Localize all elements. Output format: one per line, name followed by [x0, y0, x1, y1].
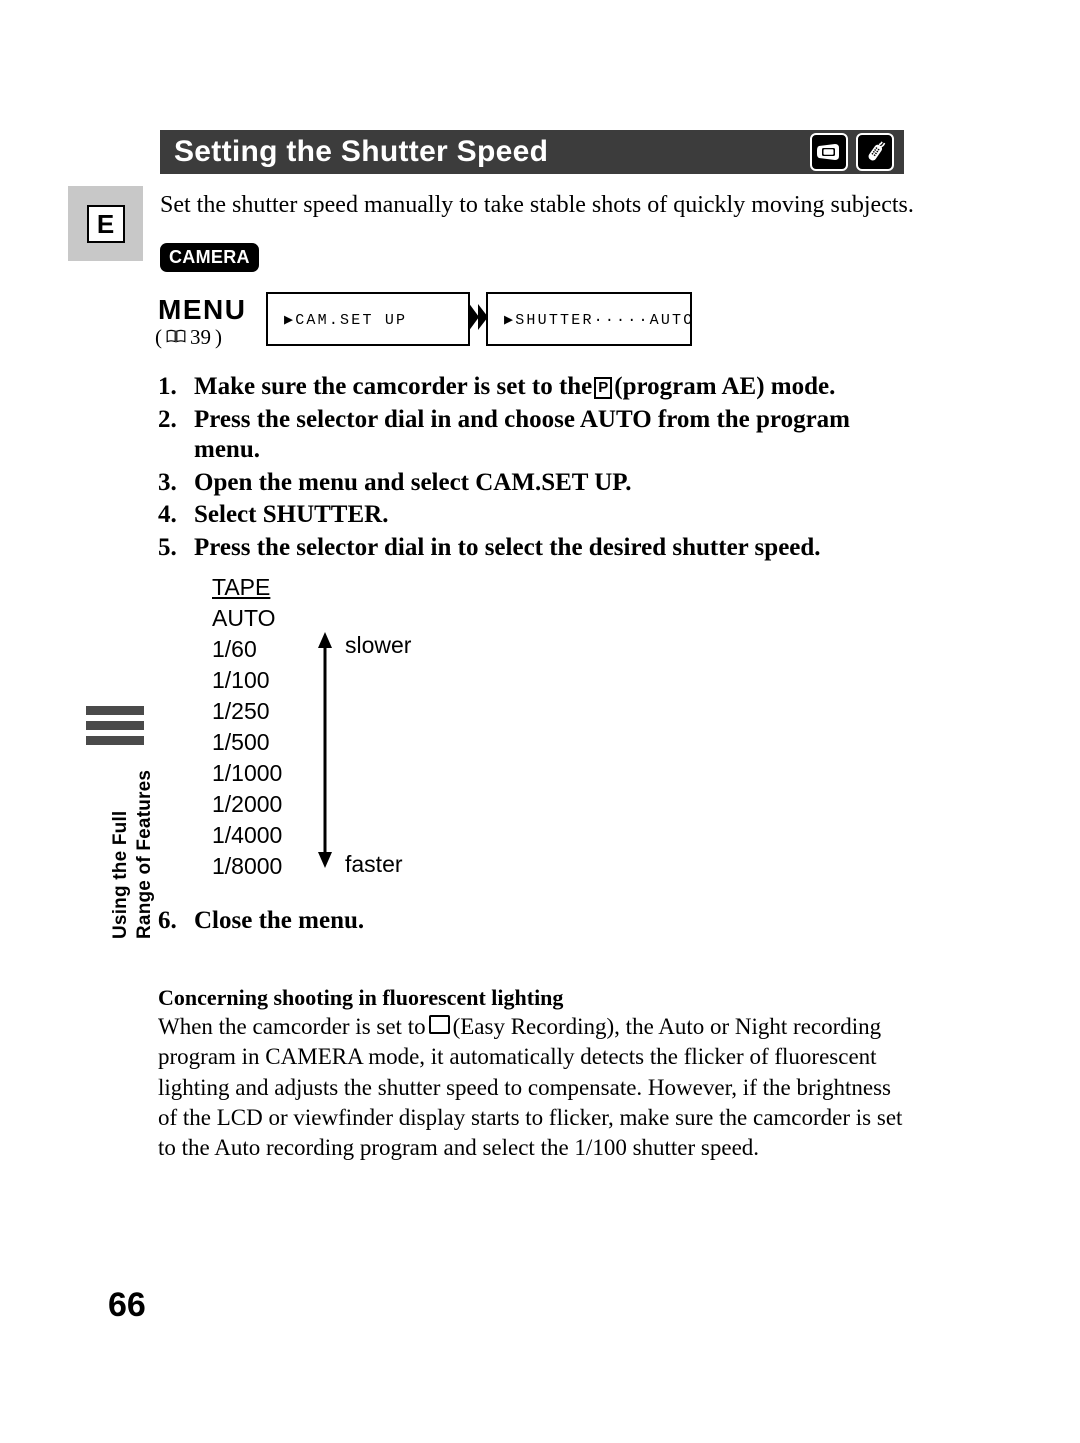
step-item: 3. Open the menu and select CAM.SET UP.	[158, 468, 904, 499]
step-number: 2.	[158, 405, 177, 433]
paren-close: )	[215, 325, 222, 349]
step-text: Select SHUTTER.	[194, 501, 389, 528]
step-text: Press the selector dial in to select the…	[194, 533, 821, 561]
chapter-tab-line-2: Range of Features	[134, 769, 155, 939]
page-title: Setting the Shutter Speed	[174, 135, 549, 168]
step-number: 3.	[158, 468, 177, 496]
lcd-screen-cam-set-up-text: ▶CAM.SET UP	[284, 311, 408, 329]
step-item: 4. Select SHUTTER.	[158, 500, 904, 531]
easy-recording-icon	[428, 1015, 450, 1034]
step-number: 5.	[158, 533, 177, 561]
arrow-label-faster: faster	[345, 851, 403, 877]
camcorder-icon	[810, 133, 848, 171]
step-item: 5. Press the selector dial in to select …	[158, 533, 904, 564]
speed-item: 1/100	[212, 667, 270, 693]
menu-label: MENU	[158, 294, 247, 325]
speed-item: 1/250	[212, 698, 270, 724]
step-text: Make sure the camcorder is set to the P (p…	[194, 372, 904, 403]
step-item: 1. Make sure the camcorder is set to the…	[158, 372, 904, 403]
intro-text: Set the shutter speed manually to take s…	[160, 192, 914, 218]
instruction-steps: 1. Make sure the camcorder is set to the…	[158, 372, 904, 565]
lcd-screen-cam-set-up: ▶CAM.SET UP	[266, 292, 470, 346]
lcd-screen-shutter-auto: ▶SHUTTER·····AUTO	[486, 292, 692, 346]
note-body: When the camcorder is set to (Easy Record…	[158, 1012, 904, 1164]
language-tab: E	[68, 186, 143, 261]
speed-item: 1/4000	[212, 822, 283, 848]
speed-item: 1/60	[212, 636, 257, 662]
lcd-screen-shutter-auto-text: ▶SHUTTER·····AUTO	[504, 311, 695, 329]
language-tab-label: E	[86, 204, 125, 243]
book-icon	[166, 327, 186, 348]
step-item: 6. Close the menu.	[158, 906, 364, 936]
arrow-label-slower: slower	[345, 632, 412, 658]
speed-item: 1/8000	[212, 853, 283, 879]
chapter-tab-bars	[86, 706, 144, 745]
speed-item: 1/2000	[212, 791, 283, 817]
step-text: Close the menu.	[194, 907, 365, 934]
speed-item: 1/500	[212, 729, 270, 755]
step-1-text-after: (program AE) mode.	[614, 373, 836, 400]
program-ae-icon: P	[594, 377, 613, 399]
step-1-text-before: Make sure the camcorder is set to the	[194, 373, 593, 400]
mode-badge-camera: CAMERA	[160, 243, 259, 272]
step-number: 4.	[158, 501, 177, 528]
chapter-bar-1	[86, 706, 144, 715]
wireless-controller-icon	[856, 133, 894, 171]
chapter-tab-line-1: Using the Full	[110, 810, 131, 939]
menu-reference-page: 39	[190, 325, 211, 349]
chapter-tab-text: Using the Full Range of Features	[86, 761, 155, 941]
tape-list-title: TAPE	[212, 574, 271, 600]
chapter-bar-2	[86, 721, 144, 730]
menu-page-reference: ( 39)	[155, 327, 222, 348]
page-number: 66	[108, 1286, 146, 1324]
step-number: 6.	[158, 907, 177, 934]
chapter-tab: Using the Full Range of Features	[86, 706, 155, 941]
step-item: 2. Press the selector dial in and choose…	[158, 405, 904, 466]
tape-speed-list: TAPE AUTO 1/60 1/100 1/250 1/500 1/1000 …	[212, 572, 282, 882]
double-headed-arrow-icon	[312, 632, 338, 868]
note-title: Concerning shooting in fluorescent light…	[158, 985, 564, 1010]
step-text: Press the selector dial in and choose AU…	[194, 405, 850, 464]
step-number: 1.	[158, 373, 177, 400]
chapter-bar-3	[86, 736, 144, 745]
note-body-before: When the camcorder is set to	[158, 1014, 426, 1039]
speed-item: 1/1000	[212, 760, 283, 786]
header-icon-group	[810, 133, 894, 171]
speed-item: AUTO	[212, 605, 276, 631]
page-header-bar: Setting the Shutter Speed	[160, 130, 904, 174]
step-text: Open the menu and select CAM.SET UP.	[194, 468, 632, 496]
paren-open: (	[155, 325, 162, 349]
